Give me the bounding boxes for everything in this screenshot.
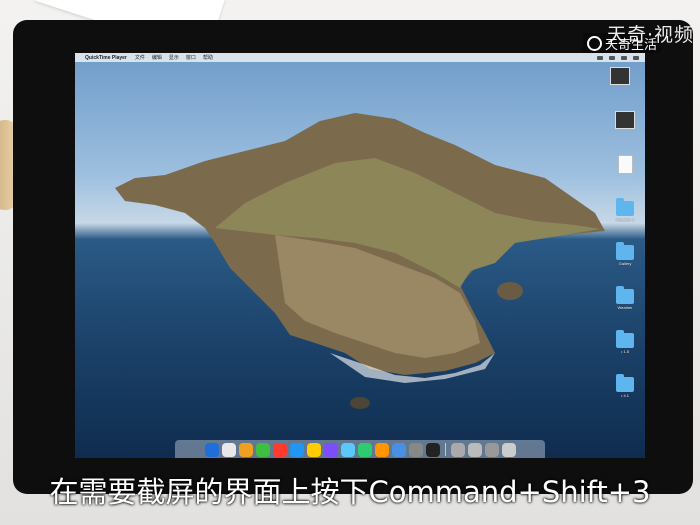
mac-screen: QuickTime Player 文件 编辑 显示 窗口 帮助 Weather … [75, 53, 645, 458]
icon-label: • 1.5 [620, 349, 630, 354]
folder-icon [616, 286, 634, 304]
desktop-icon[interactable]: Weather 2 [605, 198, 645, 222]
watermark-brand: 天奇·视频 [606, 24, 694, 46]
dock-app-icon[interactable] [484, 442, 499, 457]
subtitle-caption: 在需要截屏的界面上按下Command+Shift+3 [49, 475, 651, 509]
dock-app-icon[interactable] [255, 442, 270, 457]
desktop-icon[interactable]: Gallery [605, 242, 645, 266]
dock-app-icon[interactable] [450, 442, 465, 457]
dock-app-icon[interactable] [340, 442, 355, 457]
document-icon [617, 155, 633, 174]
folder-icon [616, 374, 634, 392]
screenshot-icon [615, 111, 635, 129]
desktop-icon[interactable]: • 4.1 [605, 374, 645, 398]
watermark-logo-icon [587, 35, 602, 51]
dock [175, 440, 545, 458]
icon-label: • 4.1 [620, 393, 630, 398]
dock-app-icon[interactable] [425, 442, 440, 457]
screenshot-icon [610, 67, 630, 85]
dock-app-icon[interactable] [501, 442, 516, 457]
desktop-icon[interactable]: Weather [605, 286, 645, 310]
dock-separator [444, 443, 446, 456]
dock-app-icon[interactable] [374, 442, 389, 457]
dock-app-icon[interactable] [357, 442, 372, 457]
dock-app-icon[interactable] [221, 442, 236, 457]
icon-label: Weather [617, 305, 633, 310]
desktop-icon[interactable] [605, 155, 645, 175]
dock-app-icon[interactable] [238, 442, 253, 457]
folder-icon [616, 242, 634, 260]
dock-app-icon[interactable] [306, 442, 321, 457]
dock-app-icon[interactable] [391, 442, 406, 457]
icon-label: Gallery [618, 261, 632, 266]
dock-app-icon[interactable] [408, 442, 423, 457]
dock-app-icon[interactable] [204, 442, 219, 457]
desktop-icon[interactable] [600, 67, 640, 86]
dock-app-icon[interactable] [272, 442, 287, 457]
desktop-icon[interactable]: • 1.5 [605, 330, 645, 354]
dock-app-icon[interactable] [467, 442, 482, 457]
folder-icon [616, 198, 634, 216]
folder-icon [616, 330, 634, 348]
dock-app-icon[interactable] [289, 442, 304, 457]
wallpaper-island [115, 113, 605, 409]
icon-label: Weather 2 [615, 217, 635, 222]
desktop-icon[interactable] [605, 111, 645, 130]
dock-app-icon[interactable] [323, 442, 338, 457]
